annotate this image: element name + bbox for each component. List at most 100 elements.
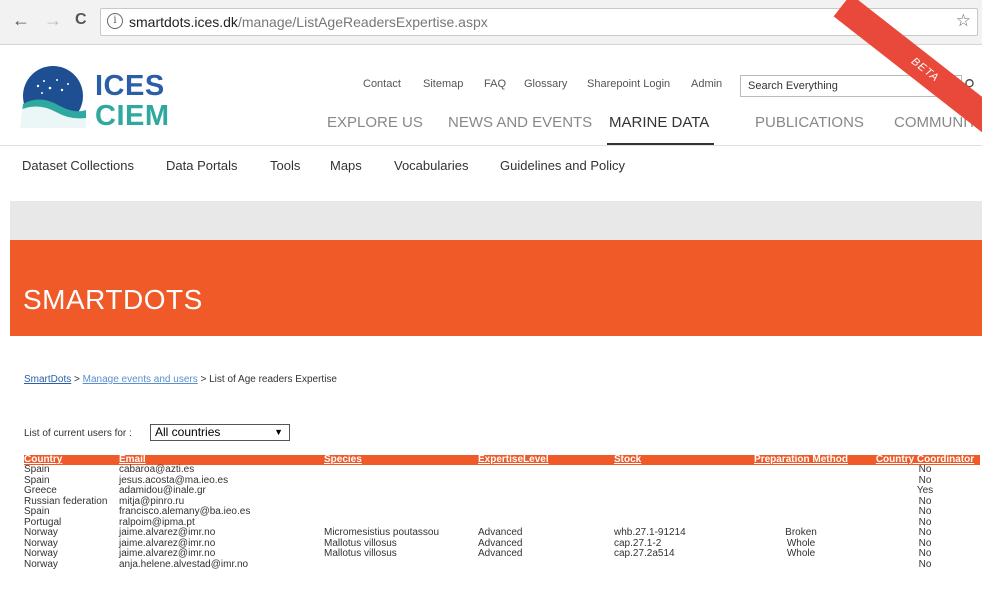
col-header-stock[interactable]: Stock <box>614 455 732 465</box>
subnav-tools[interactable]: Tools <box>270 158 300 173</box>
cell-email: adamidou@inale.gr <box>119 485 206 496</box>
cell-expertise-level <box>478 497 614 508</box>
link-glossary[interactable]: Glossary <box>524 78 567 90</box>
link-faq[interactable]: FAQ <box>484 78 506 90</box>
country-select-value: All countries <box>155 425 221 439</box>
chevron-down-icon: ▼ <box>274 427 283 437</box>
cell-country: Norway <box>24 558 58 570</box>
col-header-expertise-level[interactable]: ExpertiseLevel <box>478 455 614 465</box>
cell-email: jaime.alvarez@imr.no <box>119 527 216 538</box>
forward-button[interactable]: → <box>44 9 62 31</box>
breadcrumb-current: List of Age readers Expertise <box>209 374 337 385</box>
col-header-preparation-method[interactable]: Preparation Method <box>732 455 870 465</box>
cell-stock <box>614 560 732 571</box>
cell-country-coordinator: Yes <box>916 485 934 496</box>
subnav-dataset-collections[interactable]: Dataset Collections <box>22 158 134 173</box>
cell-country: Spain <box>24 464 50 475</box>
cell-country-coordinator: No <box>918 506 932 517</box>
cell-preparation-method <box>732 560 870 571</box>
url-path: /manage/ListAgeReadersExpertise.aspx <box>237 14 488 30</box>
cell-country: Norway <box>24 548 58 559</box>
subnav-maps[interactable]: Maps <box>330 158 362 173</box>
header-divider <box>0 145 982 146</box>
cell-species <box>324 560 478 571</box>
nav-marine-data[interactable]: MARINE DATA <box>609 114 709 131</box>
info-icon[interactable]: i <box>107 13 123 29</box>
cell-preparation-method <box>732 476 870 487</box>
cell-species <box>324 486 478 497</box>
table-row: Norway jaime.alvarez@imr.no Micromesistius… <box>24 527 980 539</box>
cell-stock <box>614 507 732 518</box>
filter-label: List of current users for : <box>24 428 132 439</box>
cell-country: Greece <box>24 485 57 496</box>
breadcrumb-separator: > <box>74 374 80 385</box>
cell-species <box>324 507 478 518</box>
cell-expertise-level <box>478 476 614 487</box>
table-row: Spain cabaroa@azti.es No <box>24 464 980 476</box>
cell-preparation-method: Whole <box>786 548 816 559</box>
cell-stock <box>614 497 732 508</box>
browser-toolbar: ← → C i smartdots.ices.dk/manage/ListAge… <box>0 0 982 45</box>
cell-email: anja.helene.alvestad@imr.no <box>119 558 249 570</box>
country-select[interactable]: All countries ▼ <box>150 424 290 441</box>
cell-preparation-method <box>732 486 870 497</box>
cell-email: jaime.alvarez@imr.no <box>119 548 216 559</box>
cell-species <box>324 476 478 487</box>
cell-expertise-level: Advanced <box>478 548 523 559</box>
breadcrumb-separator: > <box>200 374 207 385</box>
cell-expertise-level <box>478 486 614 497</box>
url-host: smartdots.ices.dk <box>129 14 238 30</box>
back-button[interactable]: ← <box>12 9 30 31</box>
cell-email: cabaroa@azti.es <box>119 464 195 475</box>
table-row: Norway anja.helene.alvestad@imr.no No <box>24 558 980 571</box>
ices-logo-icon[interactable] <box>20 66 86 128</box>
url-text[interactable]: smartdots.ices.dk/manage/ListAgeReadersE… <box>129 14 488 30</box>
cell-country-coordinator: No <box>918 527 932 538</box>
age-readers-table: Country Email Species ExpertiseLevel Sto… <box>24 455 980 570</box>
nav-explore-us[interactable]: EXPLORE US <box>327 114 423 131</box>
breadcrumb-smartdots[interactable]: SmartDots <box>24 374 71 385</box>
nav-news-and-events[interactable]: NEWS AND EVENTS <box>448 114 592 131</box>
subnav-vocabularies[interactable]: Vocabularies <box>394 158 468 173</box>
link-admin[interactable]: Admin <box>691 78 722 90</box>
link-sitemap[interactable]: Sitemap <box>423 78 463 90</box>
cell-stock <box>614 486 732 497</box>
cell-expertise-level <box>478 507 614 518</box>
reload-button[interactable]: C <box>75 9 87 31</box>
subnav-data-portals[interactable]: Data Portals <box>166 158 238 173</box>
gray-band <box>10 201 982 240</box>
subnav-guidelines-and-policy[interactable]: Guidelines and Policy <box>500 158 625 173</box>
table-row: Greece adamidou@inale.gr Yes <box>24 485 980 497</box>
cell-country-coordinator: No <box>918 464 932 475</box>
breadcrumb-manage-events[interactable]: Manage events and users <box>83 374 198 385</box>
page-title: SMARTDOTS <box>23 284 203 315</box>
breadcrumb: SmartDots > Manage events and users > Li… <box>24 374 337 385</box>
cell-expertise-level <box>478 560 614 571</box>
cell-email: francisco.alemany@ba.ieo.es <box>119 506 251 517</box>
cell-species: Mallotus villosus <box>324 548 397 559</box>
bookmark-star-icon[interactable]: ☆ <box>956 11 971 31</box>
cell-country: Spain <box>24 506 50 517</box>
hero-banner: SMARTDOTS <box>10 240 982 336</box>
table-row: Norway jaime.alvarez@imr.no Mallotus villo… <box>24 548 980 560</box>
cell-stock: whb.27.1-91214 <box>614 527 686 538</box>
nav-publications[interactable]: PUBLICATIONS <box>755 114 864 131</box>
cell-preparation-method <box>732 497 870 508</box>
cell-stock <box>614 465 732 476</box>
cell-preparation-method: Broken <box>785 527 817 538</box>
cell-stock <box>614 476 732 487</box>
cell-preparation-method <box>732 465 870 476</box>
logo-wordmark[interactable]: ICES CIEM <box>95 71 170 131</box>
cell-country: Norway <box>24 527 58 538</box>
link-sharepoint-login[interactable]: Sharepoint Login <box>587 78 670 90</box>
cell-expertise-level: Advanced <box>478 527 523 538</box>
link-contact[interactable]: Contact <box>363 78 401 90</box>
logo-ciem: CIEM <box>95 100 170 132</box>
cell-species <box>324 465 478 476</box>
cell-species: Micromesistius poutassou <box>324 527 440 538</box>
table-row: Spain francisco.alemany@ba.ieo.es No <box>24 506 980 518</box>
cell-country-coordinator: No <box>918 548 932 559</box>
cell-species <box>324 497 478 508</box>
cell-stock: cap.27.2a514 <box>614 548 675 559</box>
col-header-species[interactable]: Species <box>324 455 478 465</box>
